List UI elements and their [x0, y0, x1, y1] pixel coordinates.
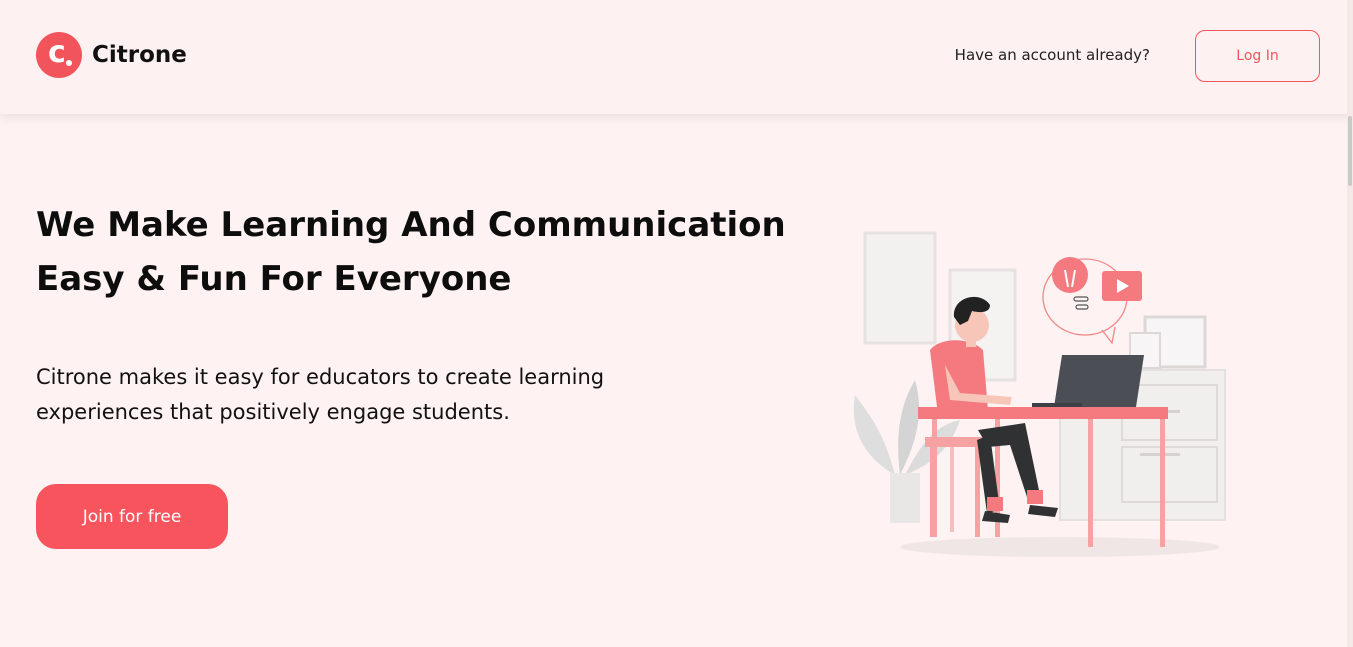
site-header: c Citrone Have an account already? Log I…: [0, 0, 1353, 114]
hero-title-line-2: Easy & Fun For Everyone: [36, 259, 512, 299]
hero-title: We Make Learning And Communication Easy …: [36, 198, 796, 306]
join-button[interactable]: Join for free: [36, 484, 228, 549]
brand-logo[interactable]: c Citrone: [36, 32, 187, 78]
brand-name: Citrone: [92, 42, 187, 68]
laptop-icon: [1032, 355, 1144, 407]
hero-subtitle-line-2: experiences that positively engage stude…: [36, 400, 510, 424]
hero-subtitle-line-1: Citrone makes it easy for educators to c…: [36, 365, 605, 389]
hero-illustration: [853, 231, 1226, 557]
logo-mark-icon: c: [36, 32, 82, 78]
account-prompt: Have an account already?: [954, 46, 1150, 64]
logo-letter: c: [48, 35, 66, 70]
idea-bubble: [1042, 257, 1142, 345]
login-button[interactable]: Log In: [1195, 30, 1320, 82]
play-icon: [1102, 271, 1142, 301]
scrollbar-thumb[interactable]: [1348, 116, 1352, 186]
lightbulb-icon: [1052, 257, 1089, 310]
hero-title-line-1: We Make Learning And Communication: [36, 205, 786, 245]
hero-subtitle: Citrone makes it easy for educators to c…: [36, 360, 736, 430]
scrollbar[interactable]: [1347, 0, 1353, 647]
